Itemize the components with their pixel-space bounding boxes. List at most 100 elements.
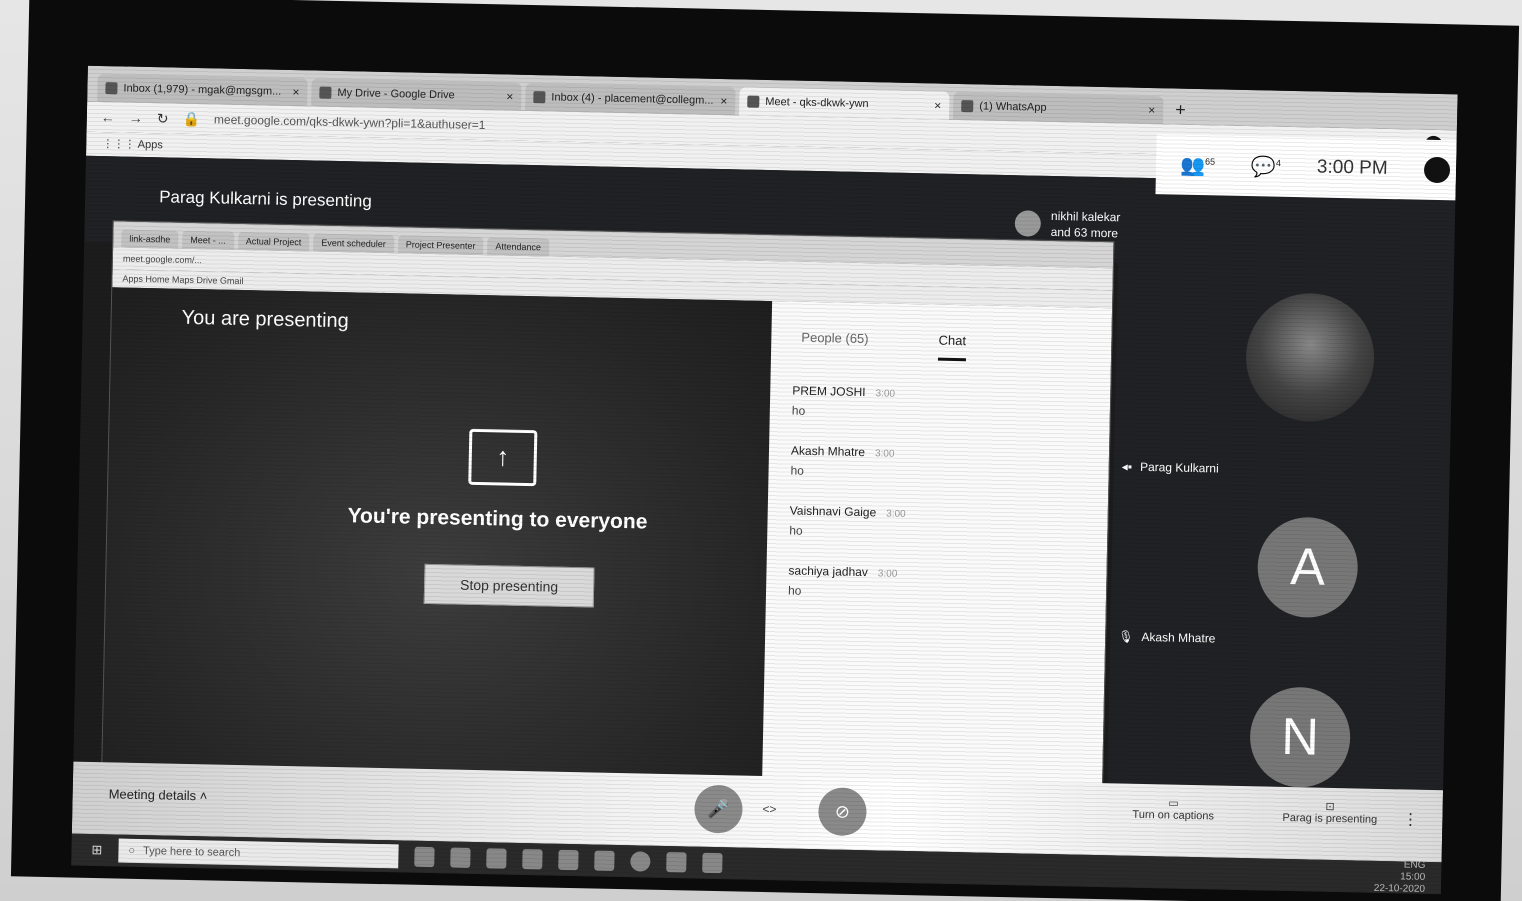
camera-button[interactable]: ⊘ xyxy=(817,787,867,837)
message-time: 3:00 xyxy=(877,568,898,580)
message-time: 3:00 xyxy=(886,508,906,520)
people-icon[interactable]: 👥65 xyxy=(1180,152,1215,178)
mic-icon: 🎤 xyxy=(707,798,730,820)
message-author: PREM JOSHI xyxy=(792,383,866,400)
tab-label: Inbox (1,979) - mgak@mgsgm... xyxy=(123,82,282,98)
lock-icon: 🔒 xyxy=(182,110,201,127)
close-icon[interactable]: × xyxy=(720,94,727,108)
message-author: Vaishnavi Gaige xyxy=(789,503,877,520)
whatsapp-icon xyxy=(961,100,974,113)
url-field[interactable]: meet.google.com/qks-dkwk-ywn?pli=1&authu… xyxy=(214,112,486,132)
avatar xyxy=(1014,210,1042,237)
forward-icon[interactable]: → xyxy=(129,110,143,126)
message-text: ho xyxy=(787,583,802,598)
participant-label: ◂▪ Parag Kulkarni xyxy=(1122,459,1219,475)
message-author: Akash Mhatre xyxy=(790,443,866,460)
chat-message: PREM JOSHI 3:00 ho xyxy=(770,383,1111,424)
chat-icon[interactable]: 💬4 xyxy=(1251,154,1281,180)
avatar[interactable]: A xyxy=(1256,516,1359,619)
message-author: sachiya jadhav xyxy=(788,563,869,580)
participant-count: 65 xyxy=(1204,155,1216,167)
inner-tab: Event scheduler xyxy=(313,233,395,254)
presentation-stage: You are presenting ↑ You're presenting t… xyxy=(101,287,773,806)
back-icon[interactable]: ← xyxy=(101,109,115,125)
meeting-clock: 3:00 PM xyxy=(1316,156,1388,179)
shared-screen: link-asdhe Meet - ... Actual Project Eve… xyxy=(100,220,1115,814)
tab-label: Meet - qks-dkwk-ywn xyxy=(765,95,869,111)
avatar[interactable]: N xyxy=(1249,686,1352,789)
inner-tab: Attendance xyxy=(487,237,550,257)
inner-tab: link-asdhe xyxy=(121,229,179,249)
file-explorer-icon[interactable] xyxy=(450,847,471,868)
hangup-button[interactable]: <> xyxy=(762,802,776,816)
you-are-presenting-label: You are presenting xyxy=(181,306,350,333)
system-tray: ENG 15:00 22-10-2020 xyxy=(1374,859,1426,894)
browser-tab-drive[interactable]: My Drive - Google Drive × xyxy=(311,78,522,111)
captions-label: Turn on captions xyxy=(1132,808,1215,823)
chat-message: sachiya jadhav 3:00 ho xyxy=(766,563,1107,604)
chat-message: Akash Mhatre 3:00 ho xyxy=(768,443,1109,484)
profile-avatar[interactable] xyxy=(1423,156,1450,184)
chat-panel: People (65) Chat PREM JOSHI 3:00 ho Akash… xyxy=(761,301,1113,813)
present-label: Parag is presenting xyxy=(1282,811,1378,826)
tab-chat[interactable]: Chat xyxy=(938,332,967,362)
inner-tab: Meet - ... xyxy=(182,230,235,250)
mail-icon xyxy=(533,91,546,104)
apps-bookmark[interactable]: Apps xyxy=(138,139,163,152)
new-tab-button[interactable]: + xyxy=(1167,99,1194,125)
audio-level-icon: ◂▪ xyxy=(1121,459,1133,474)
inner-tab: Project Presenter xyxy=(397,235,484,256)
monitor-bezel: Inbox (1,979) - mgak@mgsgm... × My Drive… xyxy=(10,0,1520,901)
browser-tab-inbox[interactable]: Inbox (4) - placement@collegm... × xyxy=(525,82,736,116)
tab-label: (1) WhatsApp xyxy=(979,100,1047,114)
close-icon[interactable]: × xyxy=(934,98,941,112)
browser-tab-gmail[interactable]: Inbox (1,979) - mgak@mgsgm... × xyxy=(97,73,308,107)
word-icon[interactable] xyxy=(522,849,543,870)
present-button[interactable]: ⊡ Parag is presenting xyxy=(1282,799,1377,826)
store-icon[interactable] xyxy=(486,848,507,869)
participant-strip: ◂▪ Parag Kulkarni A 🎙 Akash Mhatre N xyxy=(1107,263,1454,791)
chat-badge: 4 xyxy=(1275,157,1282,168)
tab-label: My Drive - Google Drive xyxy=(337,86,455,102)
mic-button[interactable]: 🎤 xyxy=(693,784,743,834)
participants-summary[interactable]: nikhil kalekar and 63 more xyxy=(1014,207,1120,241)
close-icon[interactable]: × xyxy=(506,90,513,104)
screen: Inbox (1,979) - mgak@mgsgm... × My Drive… xyxy=(71,65,1458,895)
more-options-icon[interactable]: ⋮ xyxy=(1402,809,1418,829)
calendar-icon[interactable] xyxy=(702,852,723,874)
chrome-icon[interactable] xyxy=(630,851,651,872)
gmail-icon xyxy=(105,82,118,95)
message-time: 3:00 xyxy=(875,388,896,400)
browser-tab-whatsapp[interactable]: (1) WhatsApp × xyxy=(952,91,1164,125)
search-placeholder: Type here to search xyxy=(142,845,241,860)
captions-button[interactable]: ▭ Turn on captions xyxy=(1132,796,1214,823)
tray-clock[interactable]: 15:00 xyxy=(1374,871,1425,884)
message-time: 3:00 xyxy=(874,448,895,460)
meet-top-right: 👥65 💬4 3:00 PM xyxy=(1155,134,1457,201)
meeting-details-button[interactable]: Meeting details ˄ xyxy=(109,786,208,803)
stop-presenting-button[interactable]: Stop presenting xyxy=(423,563,595,608)
close-icon[interactable]: × xyxy=(292,85,299,99)
present-screen-icon: ↑ xyxy=(468,428,538,487)
task-view-icon[interactable] xyxy=(414,846,435,868)
inner-tab: Actual Project xyxy=(237,231,310,252)
window-icon[interactable] xyxy=(558,849,579,871)
apps-grid-icon[interactable]: ⋮⋮⋮ xyxy=(102,138,135,151)
camera-off-icon: ⊘ xyxy=(834,801,851,822)
browser-tab-meet[interactable]: Meet - qks-dkwk-ywn × xyxy=(739,87,950,120)
tab-label: Inbox (4) - placement@collegm... xyxy=(551,91,714,107)
windows-start-icon[interactable]: ⊞ xyxy=(91,842,102,858)
mail-icon[interactable] xyxy=(594,850,615,871)
reload-icon[interactable]: ↻ xyxy=(157,110,169,127)
participant-video[interactable] xyxy=(1244,292,1376,423)
tab-people[interactable]: People (65) xyxy=(801,330,869,359)
message-text: ho xyxy=(789,523,803,538)
participant-label: 🎙 Akash Mhatre xyxy=(1118,629,1216,645)
app-icon[interactable] xyxy=(666,852,687,873)
drive-icon xyxy=(319,86,332,99)
taskbar-search[interactable]: ○ Type here to search xyxy=(118,838,399,869)
presenter-banner: Parag Kulkarni is presenting xyxy=(158,187,372,211)
panel-tabs: People (65) Chat xyxy=(771,301,1112,364)
message-text: ho xyxy=(791,403,806,418)
close-icon[interactable]: × xyxy=(1148,103,1155,117)
